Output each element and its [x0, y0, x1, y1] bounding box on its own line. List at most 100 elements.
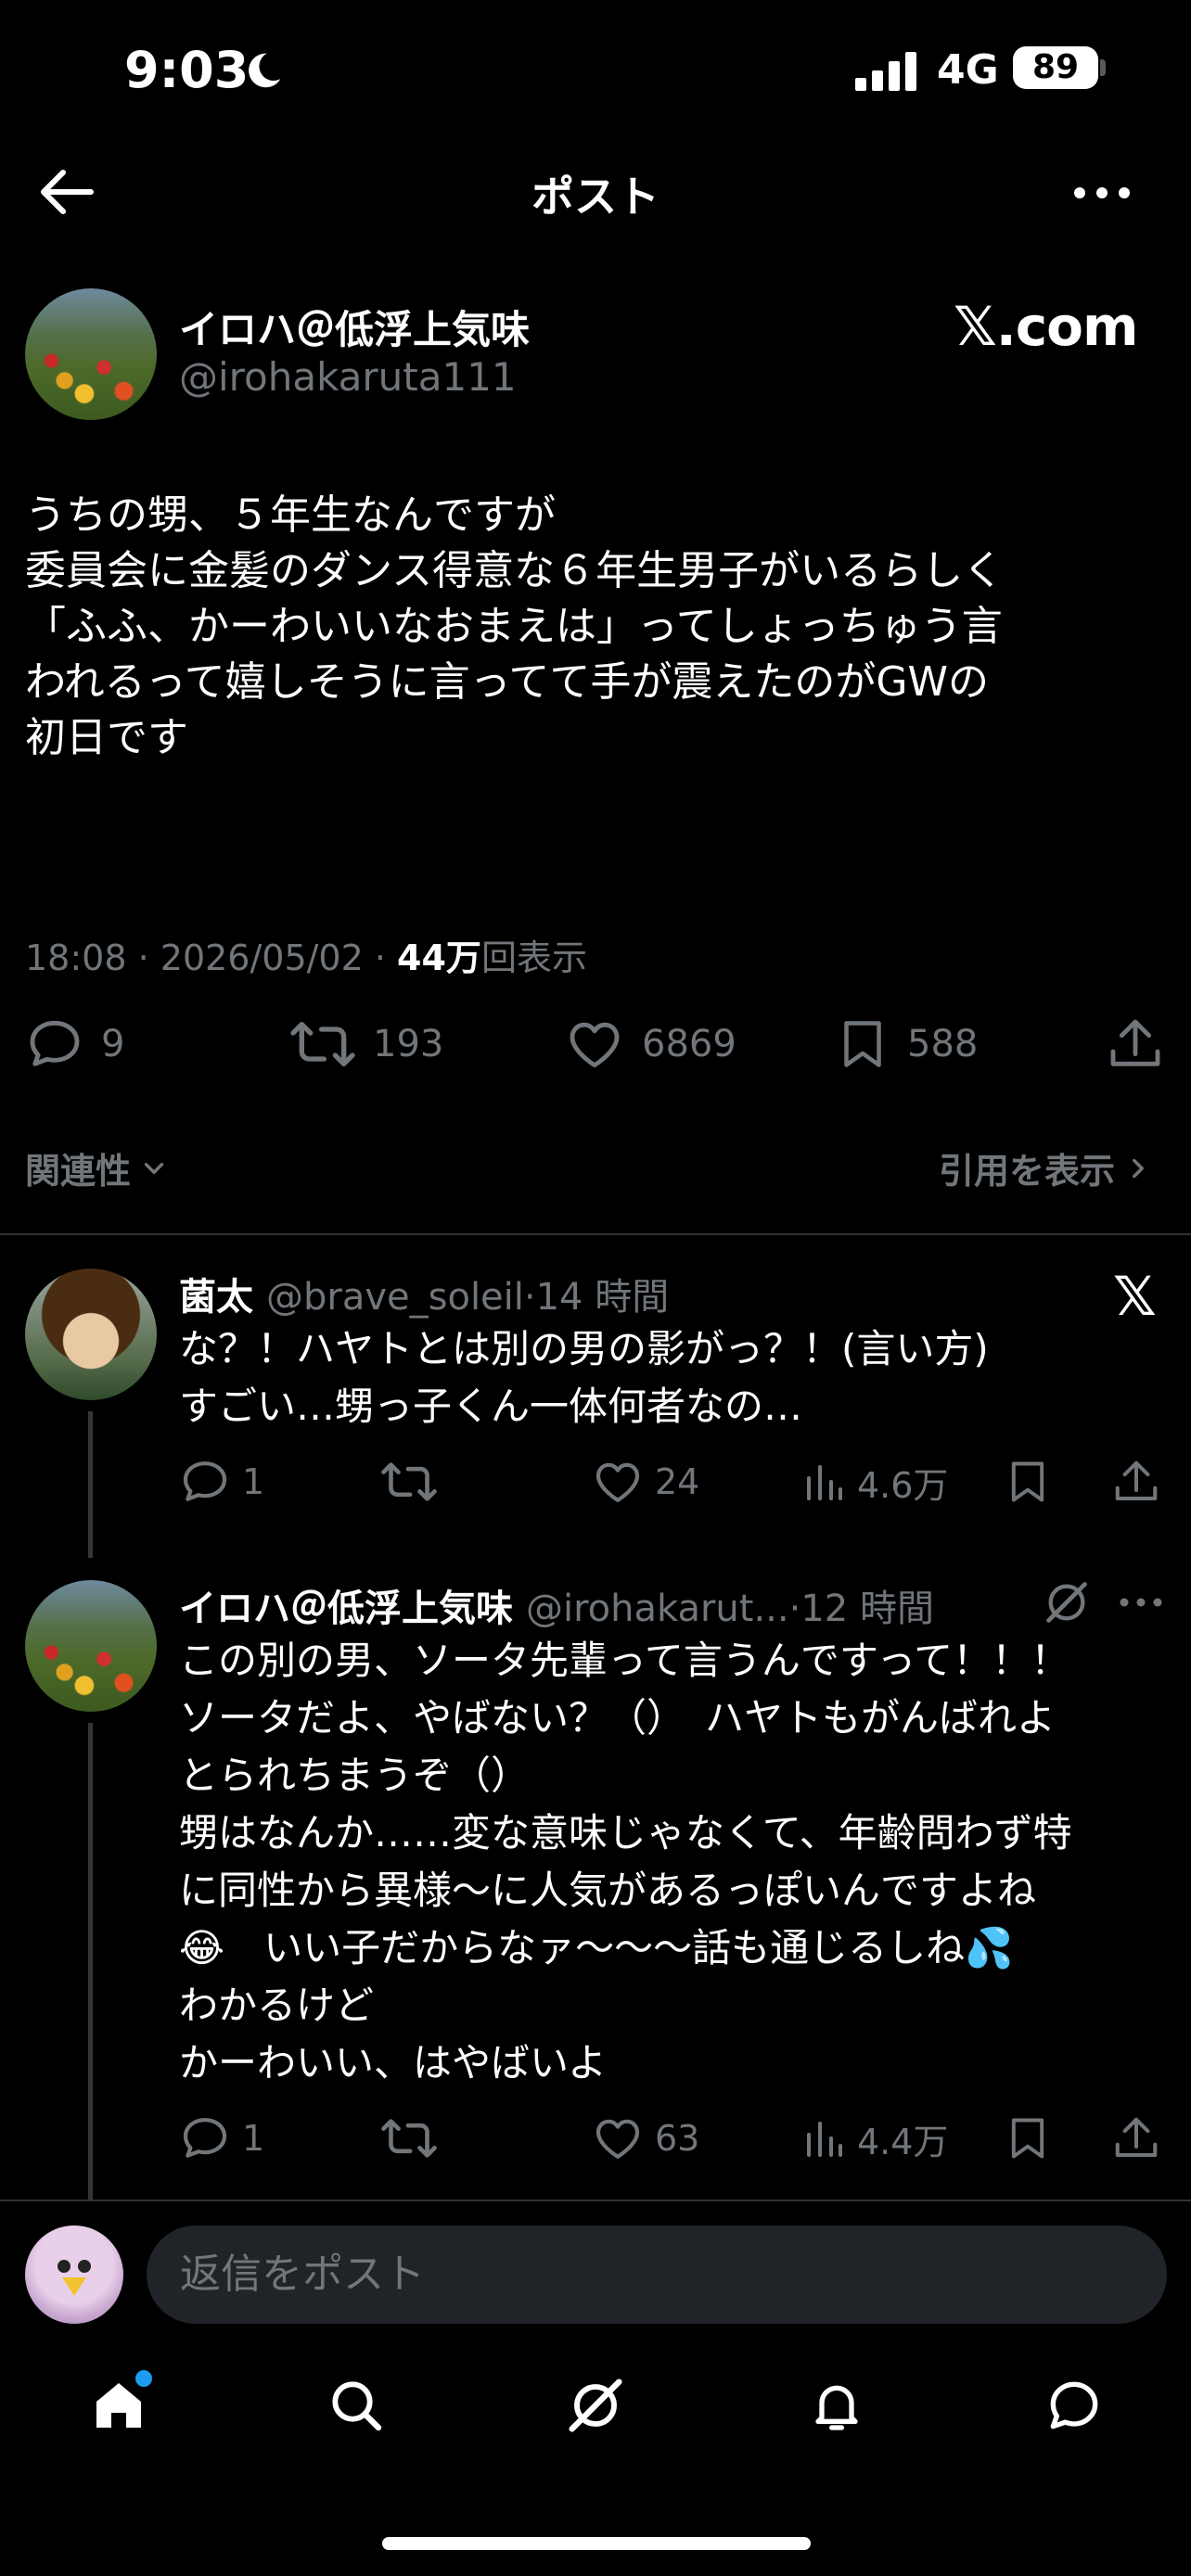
battery-tip	[1100, 59, 1106, 76]
view-quotes-link[interactable]: 引用を表示	[939, 1142, 1154, 1193]
share-button[interactable]	[1106, 1014, 1165, 1074]
repost-button[interactable]: 193	[289, 1014, 443, 1074]
heart-icon	[570, 1022, 620, 1068]
heart-icon	[596, 2119, 640, 2159]
views-count: 44万	[397, 937, 481, 978]
repost-button[interactable]	[380, 2112, 438, 2164]
heart-icon	[596, 1462, 640, 1502]
like-button[interactable]: 63	[592, 2112, 699, 2164]
reply-body: な？！ハヤトとは別の男の影がっ？！(言い方) すごい…甥っ子くん一体何者なの…	[179, 1320, 1191, 1435]
thread-line	[88, 1723, 93, 2200]
post-body-line: われるって嬉しそうに言ってて手が震えたのがGWの	[25, 658, 989, 706]
reply-count: 1	[242, 1461, 265, 1502]
bookmark-icon	[844, 1021, 881, 1067]
reply-header: イロハ＠低浮上気味 @irohakarut... · 12 時間	[179, 1578, 1107, 1632]
reply-button[interactable]: 1	[179, 1456, 264, 1508]
like-button[interactable]: 24	[592, 1456, 699, 1508]
share-icon	[1115, 1460, 1158, 1501]
reply-line: ソータだよ、やばない？（） ハヤトもがんばれよ	[179, 1695, 1057, 1741]
reply-time: 14 時間	[535, 1276, 670, 1319]
share-button[interactable]	[1111, 2112, 1161, 2164]
reply-author-handle[interactable]: @irohakarut...	[526, 1588, 789, 1630]
page-title: ポスト	[531, 172, 660, 222]
views-label: 回表示	[480, 937, 587, 978]
post-time: 18:08	[25, 937, 127, 978]
post-body-line: 初日です	[25, 714, 188, 761]
author-name[interactable]: イロハ＠低浮上気味	[179, 299, 530, 355]
repost-button[interactable]	[380, 1456, 438, 1508]
arrow-left-icon[interactable]	[37, 167, 96, 217]
sort-relevance-label: 関連性	[25, 1151, 132, 1192]
avatar[interactable]	[25, 1269, 157, 1400]
bookmark-button[interactable]	[1004, 2112, 1052, 2164]
divider	[0, 1233, 1191, 1235]
reply-line: 甥はなんか……変な意味じゃなくて、年齢問わず特	[179, 1810, 1072, 1855]
reply-author-name[interactable]: イロハ＠低浮上気味	[179, 1578, 513, 1632]
reply-line: この別の男、ソータ先輩って言うんですって！！！	[179, 1638, 1070, 1683]
like-count: 24	[655, 1461, 700, 1502]
repost-count: 193	[373, 1023, 444, 1065]
like-count: 6869	[642, 1023, 736, 1065]
x-logo-icon: 𝕏	[1113, 1265, 1157, 1328]
moon-icon	[243, 50, 284, 91]
more-horizontal-icon[interactable]	[1119, 1595, 1163, 1610]
network-label: 4G	[937, 46, 999, 94]
post-body-line: 委員会に金髪のダンス得意な６年生男子がいるらしく	[25, 547, 1005, 594]
avatar[interactable]	[25, 288, 157, 420]
post-body-line: 「ふふ、かーわいいなおまえは」ってしょっちゅう言	[25, 603, 1003, 650]
views-button[interactable]: 4.6万	[801, 1456, 948, 1508]
reply-count: 9	[101, 1023, 125, 1065]
view-quotes-label: 引用を表示	[939, 1151, 1116, 1192]
bookmark-button[interactable]	[1004, 1456, 1052, 1508]
bookmark-icon	[1011, 2118, 1044, 2159]
reply-line: わかるけど	[179, 1983, 375, 2028]
repost-icon	[290, 1022, 355, 1066]
like-button[interactable]: 6869	[564, 1014, 736, 1074]
reply-button[interactable]: 1	[179, 2112, 264, 2164]
share-icon	[1110, 1019, 1160, 1066]
sort-relevance-dropdown[interactable]: 関連性	[25, 1142, 170, 1193]
reply-time: 12 時間	[800, 1588, 934, 1630]
bell-icon[interactable]	[807, 2376, 866, 2435]
reply-line: すごい…甥っ子くん一体何者なの…	[179, 1384, 803, 1429]
reply-count: 1	[242, 2118, 265, 2159]
post-date: 2026/05/02	[160, 937, 364, 978]
avatar[interactable]	[25, 1580, 157, 1712]
reply-line: かーわいい、はやばいよ	[179, 2040, 608, 2085]
grok-icon[interactable]	[1043, 1578, 1091, 1626]
grok-icon[interactable]	[566, 2376, 625, 2435]
more-horizontal-icon[interactable]	[1072, 182, 1132, 204]
share-icon	[1115, 2117, 1158, 2158]
repost-icon	[381, 2119, 437, 2158]
repost-icon	[381, 1462, 437, 1501]
bar-chart-icon	[807, 1465, 842, 1500]
views-button[interactable]: 4.4万	[801, 2112, 948, 2164]
x-com-logo[interactable]: 𝕏.com	[954, 295, 1138, 358]
reply-line: な？！ハヤトとは別の男の影がっ？！(言い方)	[179, 1326, 989, 1371]
battery-indicator: 89	[1013, 46, 1098, 89]
status-time: 9:03	[124, 41, 250, 99]
reply-button[interactable]: 9	[25, 1014, 124, 1074]
speech-bubble-icon	[183, 2118, 227, 2158]
share-button[interactable]	[1111, 1456, 1161, 1508]
speech-bubble-icon	[30, 1020, 80, 1066]
reply-author-name[interactable]: 菌太	[179, 1267, 253, 1320]
author-handle[interactable]: @irohakaruta111	[179, 354, 517, 400]
notification-dot	[135, 2370, 152, 2387]
bookmark-button[interactable]: 588	[835, 1014, 978, 1074]
message-icon[interactable]	[1044, 2376, 1104, 2435]
reply-body: この別の男、ソータ先輩って言うんですって！！！ ソータだよ、やばない？（） ハヤ…	[179, 1632, 1191, 2092]
signal-icon	[855, 50, 922, 91]
views-count: 4.6万	[857, 1464, 949, 1506]
search-icon[interactable]	[327, 2376, 386, 2435]
avatar[interactable]	[25, 2225, 123, 2324]
divider	[0, 2200, 1191, 2201]
reply-line: 😂 いい子だからなァ〜〜〜話も通じるしね💦	[179, 1925, 1014, 1970]
like-count: 63	[655, 2118, 700, 2159]
speech-bubble-icon	[183, 1461, 227, 1501]
reply-author-handle[interactable]: @brave_soleil	[266, 1276, 524, 1319]
reply-line: とられちまうぞ（）	[179, 1753, 531, 1798]
bookmark-count: 588	[907, 1023, 979, 1065]
reply-input[interactable]: 返信をポスト	[147, 2225, 1167, 2324]
reply-line: に同性から異様〜に人気があるっぽいんですよね	[179, 1868, 1037, 1913]
